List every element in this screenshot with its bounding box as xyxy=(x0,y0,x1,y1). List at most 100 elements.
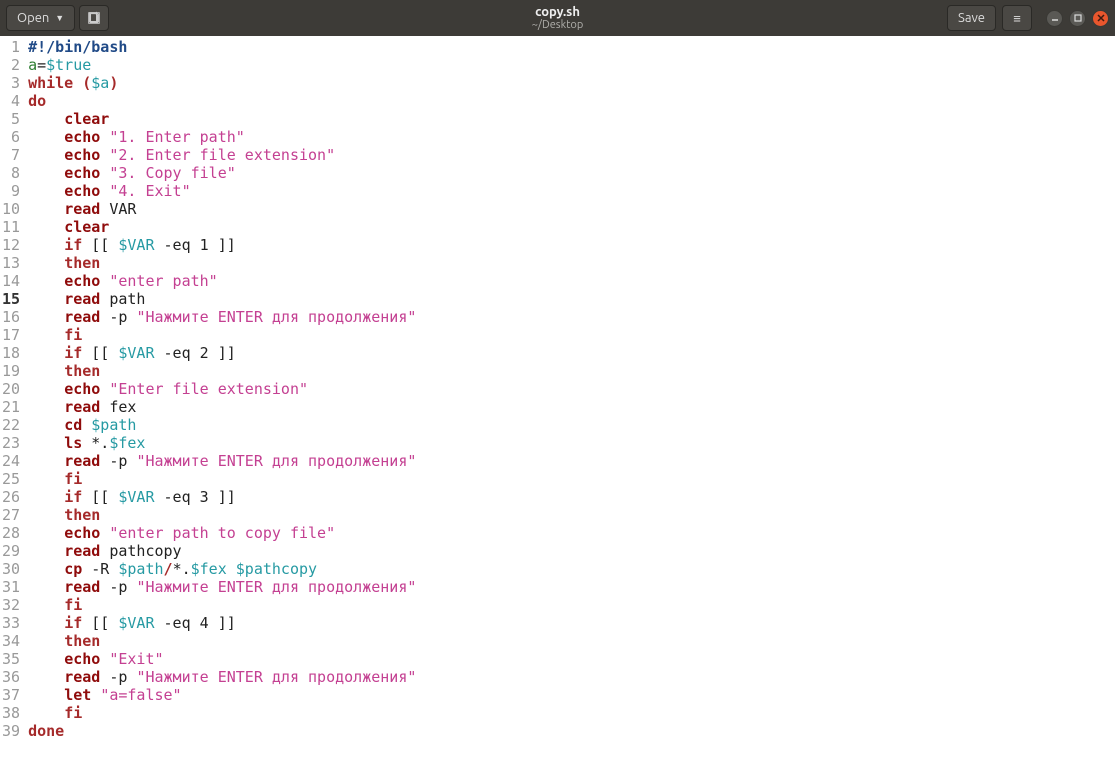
line-number: 29 xyxy=(2,542,20,560)
save-label: Save xyxy=(958,11,985,25)
line-number: 39 xyxy=(2,722,20,740)
code-line[interactable]: read fex xyxy=(28,398,416,416)
line-number: 25 xyxy=(2,470,20,488)
code-line[interactable]: fi xyxy=(28,470,416,488)
line-number: 24 xyxy=(2,452,20,470)
code-line[interactable]: then xyxy=(28,506,416,524)
line-number: 33 xyxy=(2,614,20,632)
minimize-icon xyxy=(1051,14,1059,22)
code-line[interactable]: do xyxy=(28,92,416,110)
line-number: 34 xyxy=(2,632,20,650)
code-line[interactable]: echo "enter path" xyxy=(28,272,416,290)
minimize-button[interactable] xyxy=(1046,10,1063,27)
hamburger-menu-button[interactable]: ≡ xyxy=(1002,5,1032,31)
close-icon xyxy=(1097,14,1105,22)
line-number: 6 xyxy=(2,128,20,146)
line-number: 28 xyxy=(2,524,20,542)
code-line[interactable]: done xyxy=(28,722,416,740)
line-number: 26 xyxy=(2,488,20,506)
line-number: 38 xyxy=(2,704,20,722)
new-document-icon xyxy=(87,11,101,25)
code-line[interactable]: while ($a) xyxy=(28,74,416,92)
line-number: 2 xyxy=(2,56,20,74)
line-number: 36 xyxy=(2,668,20,686)
code-line[interactable]: echo "2. Enter file extension" xyxy=(28,146,416,164)
open-button[interactable]: Open ▼ xyxy=(6,5,75,31)
code-line[interactable]: cp -R $path/*.$fex $pathcopy xyxy=(28,560,416,578)
code-line[interactable]: ls *.$fex xyxy=(28,434,416,452)
line-number: 7 xyxy=(2,146,20,164)
code-line[interactable]: echo "3. Copy file" xyxy=(28,164,416,182)
code-line[interactable]: read -p "Нажмите ENTER для продолжения" xyxy=(28,578,416,596)
code-line[interactable]: read -p "Нажмите ENTER для продолжения" xyxy=(28,308,416,326)
code-line[interactable]: then xyxy=(28,254,416,272)
code-line[interactable]: a=$true xyxy=(28,56,416,74)
line-number: 23 xyxy=(2,434,20,452)
code-line[interactable]: read VAR xyxy=(28,200,416,218)
code-line[interactable]: fi xyxy=(28,596,416,614)
code-line[interactable]: clear xyxy=(28,110,416,128)
line-number: 20 xyxy=(2,380,20,398)
line-number: 8 xyxy=(2,164,20,182)
code-line[interactable]: echo "1. Enter path" xyxy=(28,128,416,146)
line-number: 9 xyxy=(2,182,20,200)
line-number: 21 xyxy=(2,398,20,416)
titlebar: Open ▼ copy.sh ~/Desktop Save ≡ xyxy=(0,0,1115,36)
code-line[interactable]: if [[ $VAR -eq 4 ]] xyxy=(28,614,416,632)
line-number: 10 xyxy=(2,200,20,218)
code-line[interactable]: read -p "Нажмите ENTER для продолжения" xyxy=(28,668,416,686)
line-number: 4 xyxy=(2,92,20,110)
code-line[interactable]: let "a=false" xyxy=(28,686,416,704)
line-number: 11 xyxy=(2,218,20,236)
line-number: 17 xyxy=(2,326,20,344)
code-line[interactable]: echo "enter path to copy file" xyxy=(28,524,416,542)
code-line[interactable]: fi xyxy=(28,704,416,722)
hamburger-icon: ≡ xyxy=(1013,11,1021,26)
maximize-button[interactable] xyxy=(1069,10,1086,27)
code-line[interactable]: then xyxy=(28,632,416,650)
code-line[interactable]: #!/bin/bash xyxy=(28,38,416,56)
line-number: 18 xyxy=(2,344,20,362)
line-number: 27 xyxy=(2,506,20,524)
file-name: copy.sh xyxy=(532,5,584,19)
line-number: 19 xyxy=(2,362,20,380)
code-line[interactable]: read -p "Нажмите ENTER для продолжения" xyxy=(28,452,416,470)
code-line[interactable]: echo "Exit" xyxy=(28,650,416,668)
save-button[interactable]: Save xyxy=(947,5,996,31)
titlebar-left: Open ▼ xyxy=(0,5,109,31)
window-controls xyxy=(1046,10,1109,27)
titlebar-center: copy.sh ~/Desktop xyxy=(532,5,584,31)
line-number: 12 xyxy=(2,236,20,254)
line-number: 5 xyxy=(2,110,20,128)
line-number: 31 xyxy=(2,578,20,596)
line-number: 1 xyxy=(2,38,20,56)
line-number: 30 xyxy=(2,560,20,578)
line-number-gutter: 1234567891011121314151617181920212223242… xyxy=(0,36,24,740)
code-line[interactable]: then xyxy=(28,362,416,380)
code-line[interactable]: clear xyxy=(28,218,416,236)
close-button[interactable] xyxy=(1092,10,1109,27)
code-line[interactable]: echo "Enter file extension" xyxy=(28,380,416,398)
open-label: Open xyxy=(17,11,49,25)
file-path: ~/Desktop xyxy=(532,19,584,31)
code-area[interactable]: #!/bin/basha=$truewhile ($a)do clear ech… xyxy=(24,36,416,740)
chevron-down-icon: ▼ xyxy=(55,13,64,23)
code-line[interactable]: if [[ $VAR -eq 3 ]] xyxy=(28,488,416,506)
code-line[interactable]: fi xyxy=(28,326,416,344)
editor[interactable]: 1234567891011121314151617181920212223242… xyxy=(0,36,1115,740)
maximize-icon xyxy=(1074,14,1082,22)
code-line[interactable]: if [[ $VAR -eq 1 ]] xyxy=(28,236,416,254)
line-number: 35 xyxy=(2,650,20,668)
code-line[interactable]: read path xyxy=(28,290,416,308)
code-line[interactable]: read pathcopy xyxy=(28,542,416,560)
line-number: 37 xyxy=(2,686,20,704)
line-number: 3 xyxy=(2,74,20,92)
code-line[interactable]: if [[ $VAR -eq 2 ]] xyxy=(28,344,416,362)
code-line[interactable]: cd $path xyxy=(28,416,416,434)
line-number: 14 xyxy=(2,272,20,290)
line-number: 32 xyxy=(2,596,20,614)
line-number: 15 xyxy=(2,290,20,308)
new-document-button[interactable] xyxy=(79,5,109,31)
line-number: 13 xyxy=(2,254,20,272)
code-line[interactable]: echo "4. Exit" xyxy=(28,182,416,200)
